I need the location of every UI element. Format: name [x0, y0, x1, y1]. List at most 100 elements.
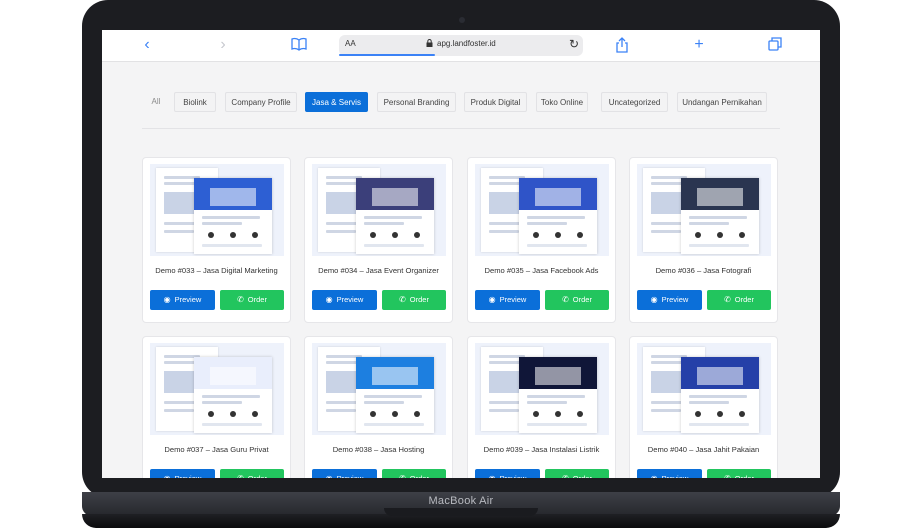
whatsapp-icon: ✆ [724, 474, 731, 478]
filter-company-profile[interactable]: Company Profile [225, 92, 297, 112]
preview-button[interactable]: ◉ Preview [150, 469, 215, 478]
template-card: Demo #040 – Jasa Jahit Pakaian ◉Preview … [629, 336, 778, 478]
filter-biolink[interactable]: Biolink [174, 92, 216, 112]
template-card: Demo #034 – Jasa Event Organizer ◉ Previe… [304, 157, 453, 323]
order-button[interactable]: ✆Order [220, 290, 284, 310]
template-title: Demo #037 – Jasa Guru Privat [164, 445, 269, 454]
template-thumbnail[interactable] [475, 343, 609, 435]
page-load-progress [339, 54, 435, 56]
filter-all[interactable]: All [146, 92, 166, 112]
camera-icon [459, 17, 465, 23]
thumbnail-page-front [519, 178, 597, 254]
template-title: Demo #034 – Jasa Event Organizer [318, 266, 439, 275]
filter-personal-branding[interactable]: Personal Branding [377, 92, 456, 112]
whatsapp-icon: ✆ [399, 295, 406, 304]
preview-button[interactable]: ◉Preview [150, 290, 215, 310]
template-thumbnail[interactable] [475, 164, 609, 256]
preview-button[interactable]: ◉ Preview [637, 469, 702, 478]
tabs-icon[interactable] [766, 37, 784, 55]
thumbnail-page-front [681, 357, 759, 433]
thumbnail-page-front [356, 357, 434, 433]
order-label: Order [248, 474, 267, 478]
preview-label: Preview [175, 474, 202, 478]
preview-label: Preview [174, 295, 202, 304]
preview-label: Preview [662, 474, 689, 478]
order-button[interactable]: ✆Order [382, 290, 446, 310]
template-card: Demo #037 – Jasa Guru Privat ◉ Preview ✆ O… [142, 336, 291, 478]
order-button[interactable]: ✆ Order [220, 469, 284, 478]
filter-toko-online[interactable]: Toko Online [536, 92, 588, 112]
browser-screen: ‹ › AA apg.landfoster.id ↻ + All Biolink… [102, 30, 820, 478]
laptop-notch [384, 508, 538, 516]
order-label: Order [572, 295, 592, 304]
url-text: apg.landfoster.id [437, 39, 496, 48]
template-card: Demo #036 – Jasa Fotografi ◉ Preview ✆ Ord… [629, 157, 778, 323]
order-button[interactable]: ✆Order [707, 290, 771, 310]
template-thumbnail[interactable] [312, 164, 446, 256]
whatsapp-icon: ✆ [399, 474, 406, 478]
thumbnail-page-front [194, 357, 272, 433]
template-thumbnail[interactable] [150, 343, 284, 435]
eye-icon: ◉ [325, 295, 333, 304]
eye-icon: ◉ [488, 295, 496, 304]
forward-icon[interactable]: › [214, 36, 232, 54]
filter-uncategorized[interactable]: Uncategorized [601, 92, 668, 112]
order-button[interactable]: ✆Order [707, 469, 771, 478]
order-button[interactable]: ✆ Order [382, 469, 446, 478]
whatsapp-icon: ✆ [562, 295, 569, 304]
template-card: Demo #033 – Jasa Digital Marketing ◉ Prev… [142, 157, 291, 323]
order-button[interactable]: ✆Order [545, 469, 609, 478]
thumbnail-page-front [356, 178, 434, 254]
preview-button[interactable]: ◉Preview [312, 469, 377, 478]
filter-divider [142, 128, 780, 129]
template-card: Demo #035 – Jasa Facebook Ads ◉ Preview ✆… [467, 157, 616, 323]
preview-button[interactable]: ◉Preview [637, 290, 702, 310]
filter-jasa-servis[interactable]: Jasa & Servis [305, 92, 368, 112]
preview-button[interactable]: ◉Preview [475, 469, 540, 478]
new-tab-icon[interactable]: + [690, 36, 708, 54]
thumbnail-page-front [519, 357, 597, 433]
template-thumbnail[interactable] [637, 164, 771, 256]
order-label: Order [410, 474, 429, 478]
template-title: Demo #033 – Jasa Digital Marketing [155, 266, 278, 275]
template-title: Demo #039 – Jasa Instalasi Listrik [483, 445, 600, 454]
filter-undangan-pernikahan[interactable]: Undangan Pernikahan [677, 92, 767, 112]
thumbnail-page-front [194, 178, 272, 254]
template-title: Demo #036 – Jasa Fotografi [655, 266, 752, 275]
back-icon[interactable]: ‹ [138, 36, 156, 54]
order-label: Order [247, 295, 267, 304]
browser-toolbar: ‹ › AA apg.landfoster.id ↻ + [102, 30, 820, 62]
order-button[interactable]: ✆Order [545, 290, 609, 310]
preview-button[interactable]: ◉Preview [312, 290, 377, 310]
template-card: Demo #039 – Jasa Instalasi Listrik ◉ Prev… [467, 336, 616, 478]
template-thumbnail[interactable] [150, 164, 284, 256]
preview-label: Preview [499, 295, 527, 304]
order-label: Order [409, 295, 429, 304]
eye-icon: ◉ [163, 295, 171, 304]
template-title: Demo #040 – Jasa Jahit Pakaian [647, 445, 760, 454]
whatsapp-icon: ✆ [237, 474, 244, 478]
reader-aa-button[interactable]: AA [345, 39, 356, 48]
eye-icon: ◉ [164, 474, 171, 478]
reload-icon[interactable]: ↻ [569, 37, 579, 51]
bookmarks-icon[interactable] [290, 37, 308, 55]
share-icon[interactable] [613, 37, 631, 55]
order-label: Order [573, 474, 592, 478]
laptop-base-front [82, 514, 840, 528]
whatsapp-icon: ✆ [724, 295, 731, 304]
url-bar[interactable]: AA apg.landfoster.id ↻ [339, 35, 583, 56]
order-label: Order [734, 295, 754, 304]
preview-label: Preview [337, 474, 364, 478]
whatsapp-icon: ✆ [237, 295, 244, 304]
filter-produk-digital[interactable]: Produk Digital [464, 92, 527, 112]
preview-label: Preview [336, 295, 364, 304]
eye-icon: ◉ [651, 474, 658, 478]
preview-button[interactable]: ◉Preview [475, 290, 540, 310]
template-title: Demo #038 – Jasa Hosting [332, 445, 425, 454]
lock-icon [426, 39, 433, 49]
eye-icon: ◉ [650, 295, 658, 304]
template-thumbnail[interactable] [637, 343, 771, 435]
device-brand-label: MacBook Air [428, 495, 494, 507]
template-title: Demo #035 – Jasa Facebook Ads [484, 266, 599, 275]
template-thumbnail[interactable] [312, 343, 446, 435]
